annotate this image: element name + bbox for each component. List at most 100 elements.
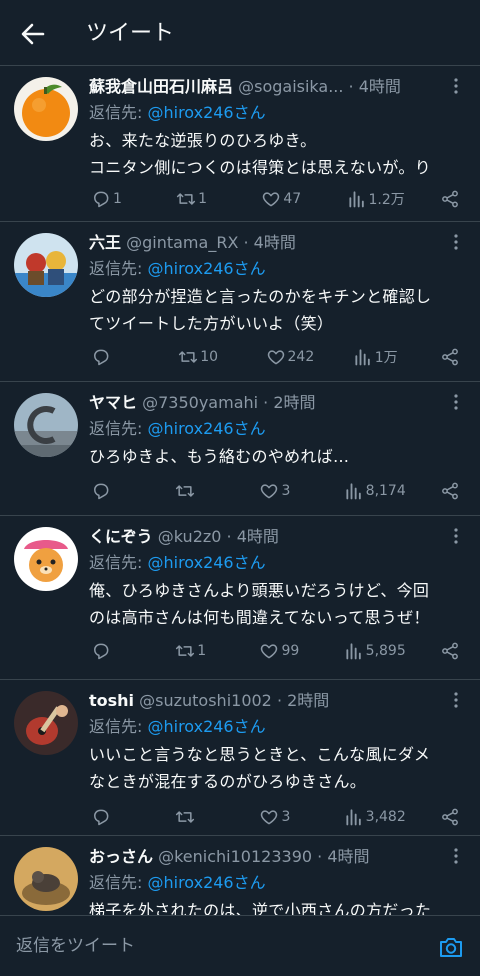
user-handle[interactable]: @kenichi10123390 <box>158 847 312 866</box>
tweet-time: · 4時間 <box>343 77 401 96</box>
reply-button[interactable]: 1 <box>91 189 141 209</box>
display-name[interactable]: 蘇我倉山田石川麻呂 <box>89 77 233 96</box>
display-name[interactable]: くにぞう <box>89 527 153 546</box>
heart-icon <box>259 807 279 827</box>
views-bar-icon <box>347 189 367 209</box>
views-bar-icon <box>344 641 364 661</box>
display-name[interactable]: おっさん <box>89 847 153 866</box>
tweet-text: いいこと言うなと思うときと、こんな風にダメ なときが混在するのがひろゆきさん。 <box>89 741 466 795</box>
share-icon <box>440 347 460 367</box>
like-count: 47 <box>283 191 302 207</box>
share-button[interactable] <box>440 347 460 367</box>
user-handle[interactable]: @sogaisika... <box>238 77 343 96</box>
tweet-content: 蘇我倉山田石川麻呂 @sogaisika... · 4時間 返信先: @hiro… <box>89 74 466 181</box>
tweet-text-line: なときが混在するのがひろゆきさん。 <box>89 772 367 791</box>
display-name[interactable]: ヤマヒ <box>89 393 137 412</box>
user-handle[interactable]: @suzutoshi1002 <box>139 691 272 710</box>
like-button[interactable]: 3 <box>259 481 309 501</box>
tweet-item[interactable]: 蘇我倉山田石川麻呂 @sogaisika... · 4時間 返信先: @hiro… <box>0 66 480 222</box>
guitar-avatar-image <box>14 691 78 755</box>
tweet-header: くにぞう @ku2z0 · 4時間 <box>89 524 466 549</box>
user-handle[interactable]: @gintama_RX <box>126 233 238 252</box>
avatar[interactable] <box>14 847 78 911</box>
avatar[interactable] <box>14 393 78 457</box>
retweet-button[interactable]: 1 <box>175 641 225 661</box>
tweet-text-line: お、来たな逆張りのひろゆき。 <box>89 131 317 150</box>
reply-input[interactable] <box>14 930 418 962</box>
tweet-text-line: どの部分が捏造と言ったのかをキチンと確認し <box>89 287 432 306</box>
avatar[interactable] <box>14 527 78 591</box>
share-button[interactable] <box>440 481 460 501</box>
retweet-button[interactable] <box>175 481 225 501</box>
retweet-button[interactable] <box>175 807 225 827</box>
share-button[interactable] <box>440 807 460 827</box>
retweet-icon <box>175 481 195 501</box>
reply-to-link[interactable]: @hirox246さん <box>147 259 265 278</box>
tweet-text-line: てツイートした方がいいよ（笑） <box>89 314 334 333</box>
views-button[interactable]: 3,482 <box>344 807 406 827</box>
tweet-actions: 1 99 5,895 <box>91 640 460 662</box>
reply-to-link[interactable]: @hirox246さん <box>147 717 265 736</box>
reply-to-link[interactable]: @hirox246さん <box>147 419 265 438</box>
tweet-header: toshi @suzutoshi1002 · 2時間 <box>89 688 466 713</box>
tweet-content: 六王 @gintama_RX · 4時間 返信先: @hirox246さん どの… <box>89 230 466 337</box>
tweet-item[interactable]: toshi @suzutoshi1002 · 2時間 返信先: @hirox24… <box>0 680 480 836</box>
like-count: 99 <box>281 643 300 659</box>
like-button[interactable]: 99 <box>259 641 309 661</box>
reply-to-line: 返信先: @hirox246さん <box>89 871 466 895</box>
reply-button[interactable] <box>91 481 141 501</box>
share-icon <box>440 807 460 827</box>
avatar[interactable] <box>14 233 78 297</box>
heart-icon <box>261 189 281 209</box>
tweet-item[interactable]: おっさん @kenichi10123390 · 4時間 返信先: @hirox2… <box>0 836 480 916</box>
views-button[interactable]: 1.2万 <box>347 189 405 209</box>
heart-icon <box>259 641 279 661</box>
retweet-button[interactable]: 1 <box>176 189 226 209</box>
tweet-text: どの部分が捏造と言ったのかをキチンと確認し てツイートした方がいいよ（笑） <box>89 283 466 337</box>
display-name[interactable]: toshi <box>89 691 134 710</box>
orange-avatar-image <box>14 77 78 141</box>
avatar[interactable] <box>14 77 78 141</box>
reply-button[interactable] <box>91 807 141 827</box>
tweet-header: ヤマヒ @7350yamahi · 2時間 <box>89 390 466 415</box>
reply-to-link[interactable]: @hirox246さん <box>147 873 265 892</box>
reply-to-link[interactable]: @hirox246さん <box>147 553 265 572</box>
reply-count: 1 <box>113 191 122 207</box>
share-button[interactable] <box>440 189 460 209</box>
reply-icon <box>91 189 111 209</box>
tweet-item[interactable]: ヤマヒ @7350yamahi · 2時間 返信先: @hirox246さん ひ… <box>0 382 480 516</box>
heart-icon <box>259 481 279 501</box>
display-name[interactable]: 六王 <box>89 233 121 252</box>
retweet-icon <box>175 807 195 827</box>
reply-to-line: 返信先: @hirox246さん <box>89 101 466 125</box>
retweet-icon <box>178 347 198 367</box>
tweet-item[interactable]: 六王 @gintama_RX · 4時間 返信先: @hirox246さん どの… <box>0 222 480 382</box>
reply-to-link[interactable]: @hirox246さん <box>147 103 265 122</box>
reply-button[interactable] <box>91 641 141 661</box>
views-button[interactable]: 8,174 <box>344 481 406 501</box>
like-button[interactable]: 242 <box>266 347 316 367</box>
tweet-time: · 2時間 <box>271 691 330 710</box>
views-button[interactable]: 1万 <box>353 347 403 367</box>
views-button[interactable]: 5,895 <box>344 641 406 661</box>
back-button[interactable] <box>18 19 48 49</box>
tweet-actions: 3 8,174 <box>91 480 460 502</box>
reply-prefix: 返信先: <box>89 553 148 572</box>
tweet-content: toshi @suzutoshi1002 · 2時間 返信先: @hirox24… <box>89 688 466 795</box>
retweet-icon <box>175 641 195 661</box>
tweet-content: くにぞう @ku2z0 · 4時間 返信先: @hirox246さん 俺、ひろゆ… <box>89 524 466 631</box>
reply-to-line: 返信先: @hirox246さん <box>89 551 466 575</box>
user-handle[interactable]: @ku2z0 <box>158 527 222 546</box>
user-handle[interactable]: @7350yamahi <box>142 393 258 412</box>
like-button[interactable]: 47 <box>261 189 311 209</box>
reply-prefix: 返信先: <box>89 259 148 278</box>
camera-button[interactable] <box>438 935 464 959</box>
like-button[interactable]: 3 <box>259 807 309 827</box>
retweet-count: 1 <box>197 643 207 659</box>
share-button[interactable] <box>440 641 460 661</box>
avatar[interactable] <box>14 691 78 755</box>
tweet-item[interactable]: くにぞう @ku2z0 · 4時間 返信先: @hirox246さん 俺、ひろゆ… <box>0 516 480 680</box>
reply-icon <box>91 481 111 501</box>
retweet-button[interactable]: 10 <box>178 347 228 367</box>
reply-button[interactable] <box>91 347 141 367</box>
